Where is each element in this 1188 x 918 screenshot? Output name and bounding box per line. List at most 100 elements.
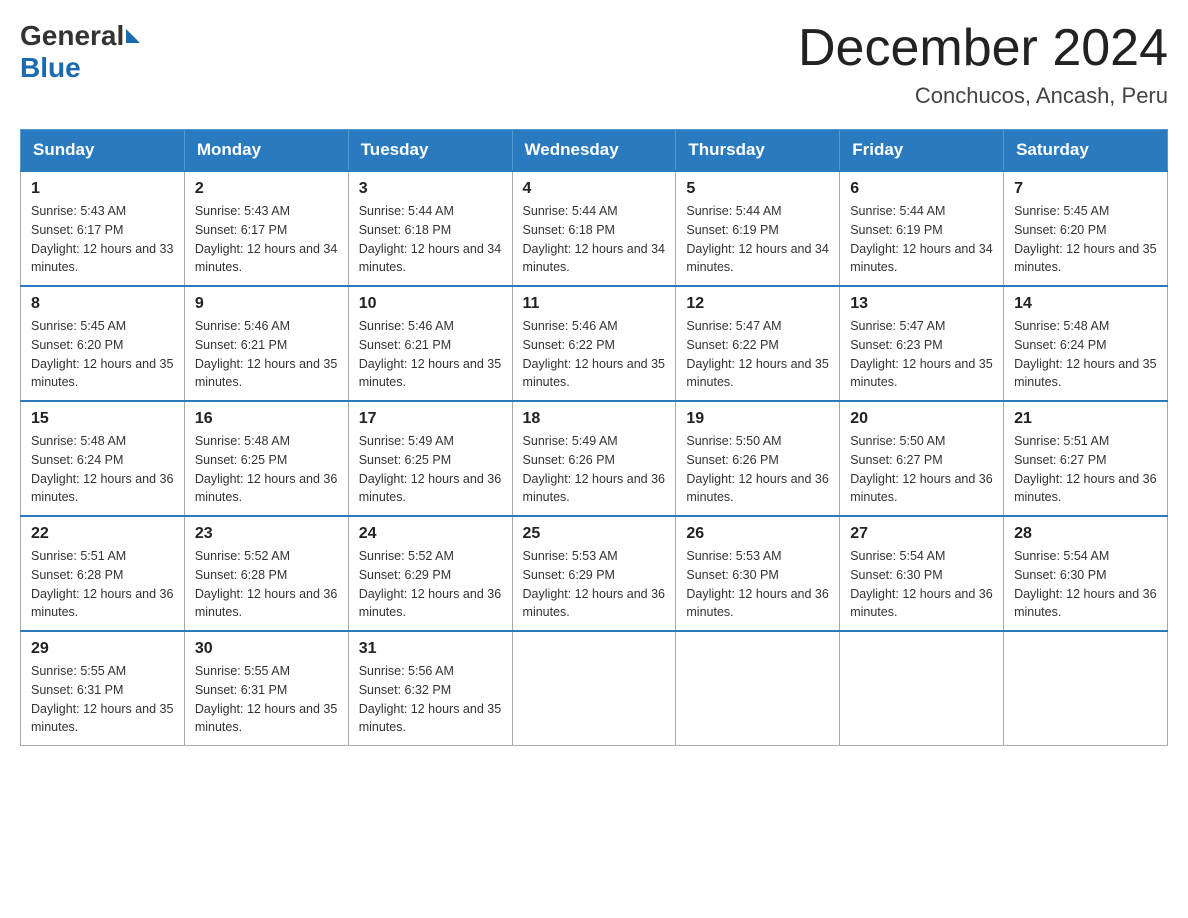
day-info: Sunrise: 5:54 AMSunset: 6:30 PMDaylight:…: [850, 547, 993, 622]
day-cell-26: 26 Sunrise: 5:53 AMSunset: 6:30 PMDaylig…: [676, 516, 840, 631]
day-cell-11: 11 Sunrise: 5:46 AMSunset: 6:22 PMDaylig…: [512, 286, 676, 401]
day-number: 13: [850, 295, 993, 313]
day-number: 21: [1014, 410, 1157, 428]
day-cell-28: 28 Sunrise: 5:54 AMSunset: 6:30 PMDaylig…: [1004, 516, 1168, 631]
day-info: Sunrise: 5:51 AMSunset: 6:28 PMDaylight:…: [31, 547, 174, 622]
header-friday: Friday: [840, 130, 1004, 172]
logo: General: [20, 20, 142, 52]
day-info: Sunrise: 5:52 AMSunset: 6:29 PMDaylight:…: [359, 547, 502, 622]
day-info: Sunrise: 5:44 AMSunset: 6:19 PMDaylight:…: [686, 202, 829, 277]
day-info: Sunrise: 5:53 AMSunset: 6:29 PMDaylight:…: [523, 547, 666, 622]
week-row-5: 29 Sunrise: 5:55 AMSunset: 6:31 PMDaylig…: [21, 631, 1168, 746]
day-info: Sunrise: 5:47 AMSunset: 6:22 PMDaylight:…: [686, 317, 829, 392]
day-info: Sunrise: 5:54 AMSunset: 6:30 PMDaylight:…: [1014, 547, 1157, 622]
day-cell-15: 15 Sunrise: 5:48 AMSunset: 6:24 PMDaylig…: [21, 401, 185, 516]
day-cell-9: 9 Sunrise: 5:46 AMSunset: 6:21 PMDayligh…: [184, 286, 348, 401]
day-info: Sunrise: 5:50 AMSunset: 6:26 PMDaylight:…: [686, 432, 829, 507]
day-info: Sunrise: 5:51 AMSunset: 6:27 PMDaylight:…: [1014, 432, 1157, 507]
day-cell-6: 6 Sunrise: 5:44 AMSunset: 6:19 PMDayligh…: [840, 171, 1004, 286]
day-number: 17: [359, 410, 502, 428]
weekday-header-row: Sunday Monday Tuesday Wednesday Thursday…: [21, 130, 1168, 172]
day-number: 20: [850, 410, 993, 428]
day-info: Sunrise: 5:44 AMSunset: 6:18 PMDaylight:…: [523, 202, 666, 277]
location-subtitle: Conchucos, Ancash, Peru: [798, 83, 1168, 109]
day-cell-10: 10 Sunrise: 5:46 AMSunset: 6:21 PMDaylig…: [348, 286, 512, 401]
day-info: Sunrise: 5:44 AMSunset: 6:18 PMDaylight:…: [359, 202, 502, 277]
day-number: 5: [686, 180, 829, 198]
day-info: Sunrise: 5:48 AMSunset: 6:25 PMDaylight:…: [195, 432, 338, 507]
day-number: 6: [850, 180, 993, 198]
empty-cell: [676, 631, 840, 746]
day-cell-12: 12 Sunrise: 5:47 AMSunset: 6:22 PMDaylig…: [676, 286, 840, 401]
day-cell-20: 20 Sunrise: 5:50 AMSunset: 6:27 PMDaylig…: [840, 401, 1004, 516]
title-area: December 2024 Conchucos, Ancash, Peru: [798, 20, 1168, 109]
day-info: Sunrise: 5:47 AMSunset: 6:23 PMDaylight:…: [850, 317, 993, 392]
header: General Blue December 2024 Conchucos, An…: [20, 20, 1168, 109]
day-number: 15: [31, 410, 174, 428]
day-number: 12: [686, 295, 829, 313]
day-cell-1: 1 Sunrise: 5:43 AMSunset: 6:17 PMDayligh…: [21, 171, 185, 286]
week-row-3: 15 Sunrise: 5:48 AMSunset: 6:24 PMDaylig…: [21, 401, 1168, 516]
day-number: 9: [195, 295, 338, 313]
calendar-table: Sunday Monday Tuesday Wednesday Thursday…: [20, 129, 1168, 746]
day-number: 16: [195, 410, 338, 428]
header-wednesday: Wednesday: [512, 130, 676, 172]
day-number: 27: [850, 525, 993, 543]
day-number: 22: [31, 525, 174, 543]
day-cell-21: 21 Sunrise: 5:51 AMSunset: 6:27 PMDaylig…: [1004, 401, 1168, 516]
day-number: 29: [31, 640, 174, 658]
day-info: Sunrise: 5:45 AMSunset: 6:20 PMDaylight:…: [31, 317, 174, 392]
day-cell-4: 4 Sunrise: 5:44 AMSunset: 6:18 PMDayligh…: [512, 171, 676, 286]
day-number: 28: [1014, 525, 1157, 543]
day-info: Sunrise: 5:55 AMSunset: 6:31 PMDaylight:…: [31, 662, 174, 737]
logo-general-text: General: [20, 20, 124, 52]
day-number: 30: [195, 640, 338, 658]
day-info: Sunrise: 5:56 AMSunset: 6:32 PMDaylight:…: [359, 662, 502, 737]
day-number: 8: [31, 295, 174, 313]
day-cell-16: 16 Sunrise: 5:48 AMSunset: 6:25 PMDaylig…: [184, 401, 348, 516]
day-number: 10: [359, 295, 502, 313]
day-number: 3: [359, 180, 502, 198]
day-info: Sunrise: 5:49 AMSunset: 6:25 PMDaylight:…: [359, 432, 502, 507]
day-cell-29: 29 Sunrise: 5:55 AMSunset: 6:31 PMDaylig…: [21, 631, 185, 746]
day-cell-23: 23 Sunrise: 5:52 AMSunset: 6:28 PMDaylig…: [184, 516, 348, 631]
day-info: Sunrise: 5:43 AMSunset: 6:17 PMDaylight:…: [195, 202, 338, 277]
day-cell-27: 27 Sunrise: 5:54 AMSunset: 6:30 PMDaylig…: [840, 516, 1004, 631]
header-thursday: Thursday: [676, 130, 840, 172]
day-number: 11: [523, 295, 666, 313]
day-info: Sunrise: 5:46 AMSunset: 6:22 PMDaylight:…: [523, 317, 666, 392]
empty-cell: [512, 631, 676, 746]
logo-arrow-icon: [126, 29, 140, 43]
week-row-2: 8 Sunrise: 5:45 AMSunset: 6:20 PMDayligh…: [21, 286, 1168, 401]
day-cell-25: 25 Sunrise: 5:53 AMSunset: 6:29 PMDaylig…: [512, 516, 676, 631]
day-number: 31: [359, 640, 502, 658]
month-title: December 2024: [798, 20, 1168, 77]
logo-blue-text: Blue: [20, 52, 81, 84]
day-info: Sunrise: 5:48 AMSunset: 6:24 PMDaylight:…: [1014, 317, 1157, 392]
day-info: Sunrise: 5:55 AMSunset: 6:31 PMDaylight:…: [195, 662, 338, 737]
day-info: Sunrise: 5:52 AMSunset: 6:28 PMDaylight:…: [195, 547, 338, 622]
day-cell-8: 8 Sunrise: 5:45 AMSunset: 6:20 PMDayligh…: [21, 286, 185, 401]
day-number: 24: [359, 525, 502, 543]
day-number: 25: [523, 525, 666, 543]
day-info: Sunrise: 5:43 AMSunset: 6:17 PMDaylight:…: [31, 202, 174, 277]
day-number: 19: [686, 410, 829, 428]
day-info: Sunrise: 5:46 AMSunset: 6:21 PMDaylight:…: [195, 317, 338, 392]
week-row-4: 22 Sunrise: 5:51 AMSunset: 6:28 PMDaylig…: [21, 516, 1168, 631]
day-cell-5: 5 Sunrise: 5:44 AMSunset: 6:19 PMDayligh…: [676, 171, 840, 286]
logo-area: General Blue: [20, 20, 142, 84]
day-cell-2: 2 Sunrise: 5:43 AMSunset: 6:17 PMDayligh…: [184, 171, 348, 286]
day-number: 2: [195, 180, 338, 198]
day-cell-17: 17 Sunrise: 5:49 AMSunset: 6:25 PMDaylig…: [348, 401, 512, 516]
day-info: Sunrise: 5:49 AMSunset: 6:26 PMDaylight:…: [523, 432, 666, 507]
day-cell-24: 24 Sunrise: 5:52 AMSunset: 6:29 PMDaylig…: [348, 516, 512, 631]
day-number: 4: [523, 180, 666, 198]
day-cell-30: 30 Sunrise: 5:55 AMSunset: 6:31 PMDaylig…: [184, 631, 348, 746]
week-row-1: 1 Sunrise: 5:43 AMSunset: 6:17 PMDayligh…: [21, 171, 1168, 286]
header-monday: Monday: [184, 130, 348, 172]
empty-cell: [840, 631, 1004, 746]
day-number: 1: [31, 180, 174, 198]
day-number: 26: [686, 525, 829, 543]
day-info: Sunrise: 5:48 AMSunset: 6:24 PMDaylight:…: [31, 432, 174, 507]
day-number: 23: [195, 525, 338, 543]
